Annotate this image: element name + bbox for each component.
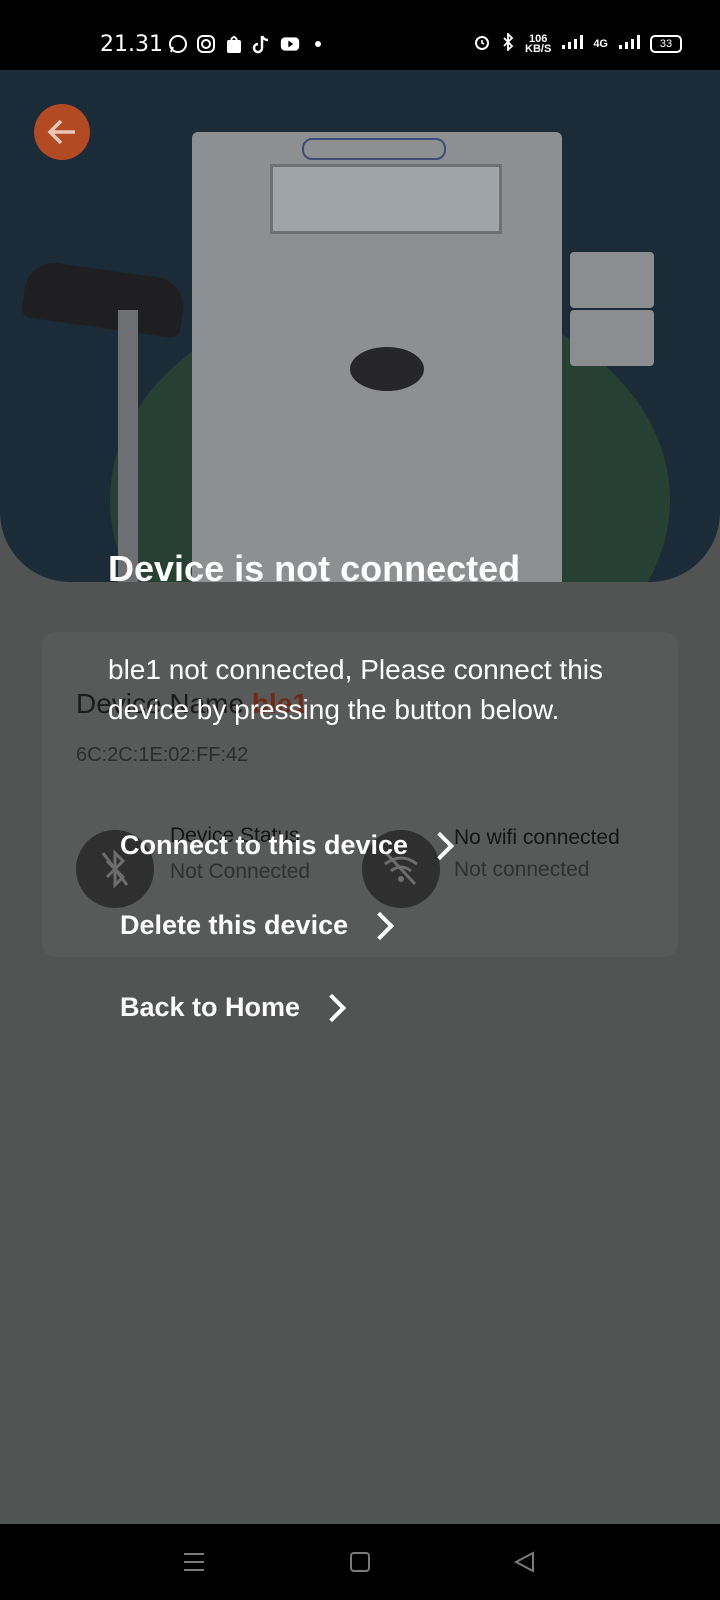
menu-icon[interactable]	[176, 1544, 212, 1580]
chevron-right-icon	[365, 911, 395, 940]
network-type: 4G	[593, 37, 608, 50]
blood-pressure-cuff	[20, 259, 188, 339]
dialog-title: Device is not connected	[108, 548, 521, 589]
status-bar: 21.31 106 KB/S 4G 33	[0, 0, 720, 70]
wifi-status-title: No wifi connected	[454, 826, 620, 849]
back-to-home-label: Back to Home	[120, 992, 301, 1022]
shopee-icon	[224, 34, 244, 54]
connect-device-button[interactable]: Connect to this device	[120, 830, 455, 861]
alarm-icon	[473, 33, 491, 54]
device-hero-image	[0, 70, 720, 582]
health-kiosk	[192, 132, 562, 582]
dialog-message: ble1 not connected, Please connect this …	[108, 654, 604, 725]
bluetooth-icon	[501, 31, 515, 54]
delete-device-label: Delete this device	[120, 910, 349, 940]
connect-device-label: Connect to this device	[120, 830, 409, 860]
wifi-status-value: Not connected	[454, 858, 590, 881]
kiosk-fingerprint-button	[350, 347, 424, 391]
net-speed: 106 KB/S	[525, 32, 552, 55]
device-status-value: Not Connected	[170, 860, 311, 883]
blood-pressure-stand	[118, 310, 138, 582]
home-square-icon[interactable]	[342, 1544, 378, 1580]
dot-icon	[308, 34, 328, 54]
chevron-right-icon	[425, 831, 455, 860]
system-nav-bar	[0, 1524, 720, 1600]
arrow-left-icon	[47, 119, 75, 145]
youtube-icon	[280, 34, 300, 54]
device-mac-address: 6C:2C:1E:02:FF:42	[76, 744, 249, 766]
tiktok-icon	[252, 34, 272, 54]
system-icons: 106 KB/S 4G 33	[473, 31, 682, 55]
notification-icons	[168, 34, 328, 54]
instagram-icon	[196, 34, 216, 54]
kiosk-screen	[270, 164, 502, 234]
kiosk-logo	[302, 138, 446, 160]
kiosk-module	[570, 310, 654, 366]
signal-icon	[561, 34, 584, 53]
whatsapp-icon	[168, 34, 188, 54]
chevron-right-icon	[317, 993, 347, 1022]
back-triangle-icon[interactable]	[506, 1544, 542, 1580]
back-to-home-button[interactable]: Back to Home	[120, 992, 347, 1023]
delete-device-button[interactable]: Delete this device	[120, 910, 395, 941]
battery-icon: 33	[650, 34, 682, 53]
status-time: 21.31	[100, 32, 163, 57]
back-button[interactable]	[34, 104, 90, 160]
kiosk-module	[570, 252, 654, 308]
signal-icon-2	[618, 34, 640, 53]
